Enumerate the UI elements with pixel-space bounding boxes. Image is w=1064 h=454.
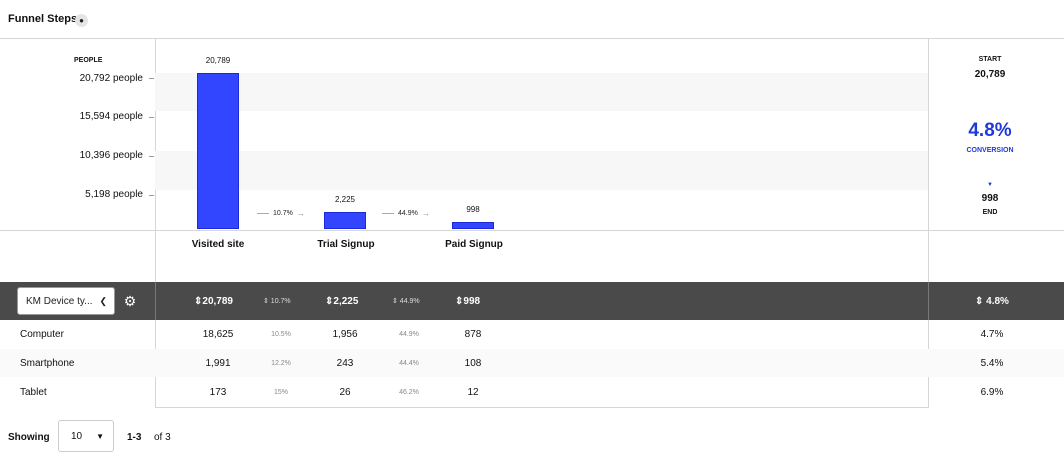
- arrow-right-icon: →: [296, 209, 305, 218]
- showing-label: Showing: [8, 432, 50, 443]
- page-size-select[interactable]: 10 ▼: [58, 420, 114, 452]
- divider: [0, 38, 1064, 39]
- cell-overall: 5.4%: [980, 358, 1004, 369]
- funnel-bar-paid-signup[interactable]: [452, 221, 494, 229]
- conversion-label: CONVERSION: [966, 147, 1014, 154]
- divider: [928, 282, 929, 320]
- row-label: Smartphone: [20, 358, 75, 369]
- sort-conv1[interactable]: ⇕ 10.7%: [263, 297, 291, 305]
- step-conversion-value: 44.9%: [398, 210, 418, 217]
- sort-total-step2[interactable]: ⇕2,225: [325, 296, 358, 307]
- bar-value-label: 2,225: [334, 195, 356, 205]
- cell-step2: 26: [339, 387, 351, 398]
- cell-step1: 1,991: [205, 358, 231, 369]
- sort-total-step3[interactable]: ⇕998: [455, 296, 480, 307]
- y-axis-title: PEOPLE: [74, 57, 103, 64]
- cell-conv2: 44.4%: [399, 360, 419, 367]
- chevron-down-icon: ❮: [99, 296, 107, 306]
- y-tick-label: 20,792 people: [79, 73, 143, 84]
- cell-step3: 12: [467, 387, 479, 398]
- cell-conv1: 15%: [273, 389, 288, 396]
- funnel-bar-trial-signup[interactable]: [324, 212, 366, 229]
- user-icon[interactable]: ●: [75, 14, 88, 27]
- table-row[interactable]: Computer 18,625 10.5% 1,956 44.9% 878 4.…: [0, 320, 1064, 348]
- divider: [155, 282, 156, 320]
- start-value: 20,789: [974, 69, 1006, 80]
- totals-row: ⇕20,789 ⇕ 10.7% ⇕2,225 ⇕ 44.9% ⇕998 ⇕ 4.…: [0, 282, 1064, 320]
- y-tick: [149, 117, 154, 118]
- table-row[interactable]: Smartphone 1,991 12.2% 243 44.4% 108 5.4…: [0, 349, 1064, 377]
- end-value: 998: [981, 193, 999, 204]
- cell-step3: 108: [464, 358, 482, 369]
- cell-step1: 173: [209, 387, 227, 398]
- cell-conv2: 46.2%: [399, 389, 419, 396]
- page-size-value: 10: [71, 430, 83, 442]
- breakdown-select[interactable]: KM Device ty... ❮: [17, 287, 115, 315]
- cell-overall: 6.9%: [980, 387, 1004, 398]
- step-label-paid-signup: Paid Signup: [445, 239, 503, 250]
- end-label: END: [982, 209, 998, 216]
- bar-value-label: 20,789: [205, 56, 231, 66]
- table-row[interactable]: Tablet 173 15% 26 46.2% 12 6.9%: [0, 378, 1064, 406]
- cell-step2: 243: [336, 358, 354, 369]
- caret-down-icon: ▼: [96, 432, 104, 441]
- bar-value-label: 998: [466, 204, 480, 214]
- divider: [155, 407, 929, 408]
- page-total: of 3: [154, 432, 171, 443]
- grid-band: [155, 151, 928, 190]
- cell-step1: 18,625: [202, 329, 234, 340]
- step-conversion: 10.7% →: [257, 209, 305, 218]
- page-range: 1-3: [127, 432, 142, 443]
- step-label-visited-site: Visited site: [191, 239, 245, 250]
- step-label-trial-signup: Trial Signup: [317, 239, 375, 250]
- gear-icon[interactable]: ⚙: [122, 293, 138, 309]
- page-title: Funnel Steps: [8, 13, 78, 25]
- cell-conv1: 10.5%: [271, 331, 291, 338]
- y-tick-label: 15,594 people: [79, 111, 143, 122]
- down-arrow-icon: ▼: [987, 182, 993, 188]
- arrow-right-icon: →: [421, 209, 430, 218]
- cell-step2: 1,956: [332, 329, 358, 340]
- sort-overall[interactable]: ⇕ 4.8%: [975, 296, 1009, 307]
- sort-total-step1[interactable]: ⇕20,789: [194, 296, 233, 307]
- breakdown-select-value: KM Device ty...: [26, 295, 93, 307]
- sort-conv2[interactable]: ⇕ 44.9%: [392, 297, 420, 305]
- y-tick: [149, 195, 154, 196]
- step-conversion-value: 10.7%: [273, 210, 293, 217]
- grid-band: [155, 73, 928, 111]
- step-conversion: 44.9% →: [382, 209, 430, 218]
- y-tick-label: 10,396 people: [79, 150, 143, 161]
- row-label: Computer: [20, 329, 64, 340]
- row-label: Tablet: [20, 387, 47, 398]
- y-tick: [149, 78, 154, 79]
- y-tick: [149, 156, 154, 157]
- cell-conv2: 44.9%: [399, 331, 419, 338]
- cell-overall: 4.7%: [980, 329, 1004, 340]
- divider: [0, 230, 1064, 231]
- start-label: START: [978, 56, 1002, 63]
- funnel-bar-visited-site[interactable]: [197, 73, 239, 229]
- cell-step3: 878: [464, 329, 482, 340]
- cell-conv1: 12.2%: [271, 360, 291, 367]
- y-tick-label: 5,198 people: [85, 189, 143, 200]
- conversion-value: 4.8%: [968, 120, 1012, 141]
